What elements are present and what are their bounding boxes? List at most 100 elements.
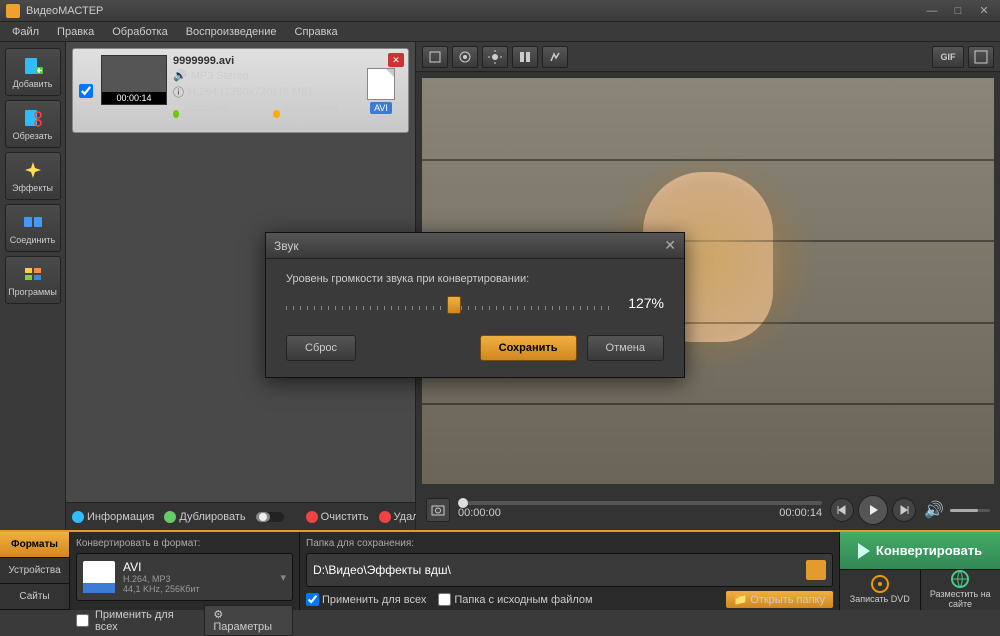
clear-button[interactable]: Очистить — [306, 511, 369, 523]
apps-icon — [22, 263, 44, 285]
file-remove-button[interactable]: ✕ — [388, 53, 404, 67]
dialog-header[interactable]: Звук ✕ — [266, 233, 684, 259]
sidebar-effects[interactable]: Эффекты — [5, 152, 61, 200]
info-button[interactable]: Информация — [72, 511, 154, 523]
tab-devices[interactable]: Устройства — [0, 558, 69, 584]
file-video: H.264 (1280x720) (6 МБ) — [188, 86, 312, 98]
volume-level-slider[interactable] — [286, 296, 610, 310]
site-label: Разместить на сайте — [921, 590, 1000, 610]
play-button[interactable] — [858, 495, 888, 525]
volume-percent: 127% — [624, 295, 664, 311]
file-thumbnail — [101, 55, 167, 105]
menu-process[interactable]: Обработка — [104, 24, 175, 40]
file-settings-link[interactable]: Настройки видео — [284, 102, 354, 126]
speaker-icon: 🔊 — [173, 69, 187, 82]
sidebar-merge-label: Соединить — [10, 235, 55, 245]
file-list-item[interactable]: 9999999.avi 🔊MP3 Stereo ⓘH.264 (1280x720… — [72, 48, 409, 133]
convert-button[interactable]: Конвертировать — [840, 532, 1000, 570]
save-path-text: D:\Видео\Эффекты вдш\ — [313, 563, 800, 577]
disc-icon — [871, 575, 889, 593]
sidebar-programs[interactable]: Программы — [5, 256, 61, 304]
save-button[interactable]: Сохранить — [480, 335, 577, 361]
quality-dot-icon — [173, 110, 179, 118]
app-icon — [6, 4, 20, 18]
next-button[interactable] — [892, 498, 916, 522]
burn-dvd-button[interactable]: Записать DVD — [840, 570, 921, 610]
list-toolbar: Информация Дублировать Очистить Удалить — [66, 502, 415, 530]
menu-playback[interactable]: Воспроизведение — [178, 24, 285, 40]
apply-all-label: Применить для всех — [95, 609, 198, 633]
rotate-button[interactable] — [452, 46, 478, 68]
close-button[interactable]: ✕ — [974, 4, 994, 18]
crop-button[interactable] — [422, 46, 448, 68]
cancel-button[interactable]: Отмена — [587, 335, 664, 361]
gif-button[interactable]: GIF — [932, 46, 964, 68]
trash-icon — [379, 511, 391, 523]
convert-to-label: Конвертировать в формат: — [76, 538, 293, 549]
sound-dialog: Звук ✕ Уровень громкости звука при конве… — [265, 232, 685, 378]
info-icon: ⓘ — [173, 84, 184, 100]
timeline[interactable]: 00:00:00 00:00:14 — [458, 501, 822, 519]
toggle-switch[interactable] — [256, 510, 286, 524]
time-total: 00:00:14 — [779, 507, 822, 519]
sparkle-icon — [22, 159, 44, 181]
menubar: Файл Правка Обработка Воспроизведение Сп… — [0, 22, 1000, 42]
dialog-close-button[interactable]: ✕ — [664, 237, 676, 254]
fullscreen-button[interactable] — [968, 46, 994, 68]
save-path-field[interactable]: D:\Видео\Эффекты вдш\ — [306, 553, 833, 587]
apply-all-checkbox[interactable] — [76, 614, 89, 627]
film-plus-icon — [22, 55, 44, 77]
volume-icon[interactable]: 🔊 — [924, 500, 944, 520]
sidebar-effects-label: Эффекты — [12, 183, 53, 193]
format-name: AVI — [123, 560, 272, 574]
duplicate-icon — [164, 511, 176, 523]
sidebar: Добавить Обрезать Эффекты Соединить Прог… — [0, 42, 66, 530]
browse-folder-button[interactable] — [806, 560, 826, 580]
save-folder-label: Папка для сохранения: — [306, 538, 833, 549]
volume-slider[interactable] — [950, 509, 990, 512]
chevron-down-icon: ▾ — [280, 571, 286, 584]
playback-controls: 00:00:00 00:00:14 🔊 — [416, 490, 1000, 530]
convert-label: Конвертировать — [876, 543, 982, 558]
time-current: 00:00:00 — [458, 507, 501, 519]
app-title: ВидеоМАСТЕР — [26, 5, 922, 17]
tab-formats[interactable]: Форматы — [0, 532, 69, 558]
reset-button[interactable]: Сброс — [286, 335, 356, 361]
preview-toolbar: GIF — [416, 42, 1000, 72]
slider-knob[interactable] — [447, 296, 461, 314]
sidebar-programs-label: Программы — [8, 287, 57, 297]
folder-icon: 📁 — [734, 593, 748, 606]
timeline-track[interactable] — [458, 501, 822, 505]
menu-file[interactable]: Файл — [4, 24, 47, 40]
upload-site-button[interactable]: Разместить на сайте — [921, 570, 1000, 610]
info-circle-icon — [72, 511, 84, 523]
tab-sites[interactable]: Сайты — [0, 584, 69, 610]
maximize-button[interactable]: □ — [948, 4, 968, 18]
effects-button[interactable] — [512, 46, 538, 68]
sidebar-merge[interactable]: Соединить — [5, 204, 61, 252]
same-folder-check[interactable]: Папка с исходным файлом — [438, 591, 592, 608]
menu-help[interactable]: Справка — [287, 24, 346, 40]
sidebar-cut[interactable]: Обрезать — [5, 100, 61, 148]
duplicate-button[interactable]: Дублировать — [164, 511, 245, 523]
prev-button[interactable] — [830, 498, 854, 522]
dialog-title: Звук — [274, 239, 664, 253]
open-folder-button[interactable]: 📁Открыть папку — [726, 591, 833, 608]
file-item-checkbox[interactable] — [79, 84, 93, 98]
globe-icon — [951, 570, 969, 588]
menu-edit[interactable]: Правка — [49, 24, 102, 40]
format-selector[interactable]: AVI H.264, MP3 44,1 KHz, 256Кбит ▾ — [76, 553, 293, 601]
timeline-handle[interactable] — [458, 498, 468, 508]
speed-button[interactable] — [542, 46, 568, 68]
file-audio: MP3 Stereo — [191, 70, 249, 82]
snapshot-button[interactable] — [426, 498, 450, 522]
bottom-bar: Форматы Устройства Сайты Конвертировать … — [0, 530, 1000, 610]
brightness-button[interactable] — [482, 46, 508, 68]
page-icon — [367, 68, 395, 100]
minimize-button[interactable]: — — [922, 4, 942, 18]
apply-all-path-check[interactable]: Применить для всех — [306, 591, 426, 608]
sidebar-add[interactable]: Добавить — [5, 48, 61, 96]
titlebar: ВидеоМАСТЕР — □ ✕ — [0, 0, 1000, 22]
settings-dot-icon — [273, 110, 279, 118]
merge-icon — [22, 211, 44, 233]
